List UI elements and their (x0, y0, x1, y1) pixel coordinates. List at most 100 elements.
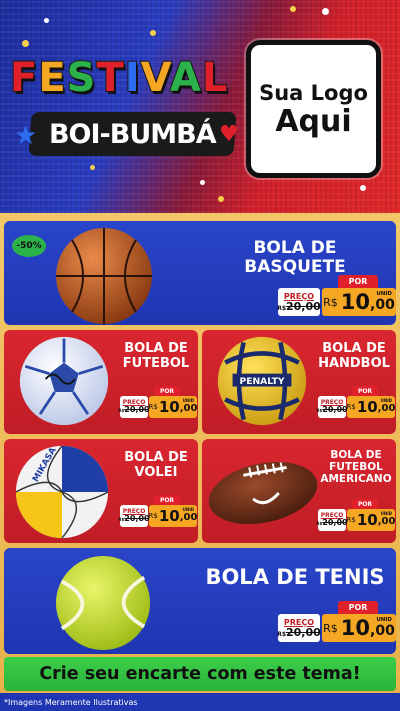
product-name-line3: AMERICANO (320, 472, 392, 485)
price-dec: ,00 (370, 622, 395, 639)
product-name-line1: BOLA DE (124, 341, 188, 356)
por-label: POR (338, 601, 378, 614)
new-price: R$ 10 ,00 UNID (347, 396, 395, 418)
price-dec: ,00 (179, 512, 198, 523)
unid-label: UNID (376, 617, 392, 623)
old-price: PREÇO R$20,00 (316, 509, 348, 531)
product-name-line2: FUTEBOL (122, 355, 190, 371)
confetti-dot (200, 180, 205, 185)
old-price: PREÇO R$20,00 (277, 614, 321, 642)
festival-title: FESTIVAL (9, 55, 240, 101)
new-price: R$ 10 ,00 UNID (322, 288, 396, 316)
unid-label: UNID (182, 398, 194, 403)
tennis-ball-icon (55, 555, 151, 651)
old-price: PREÇO R$20,00 (118, 505, 150, 527)
product-name: BOLA DE FUTEBOL (116, 341, 196, 371)
price-int: 10 (158, 398, 180, 416)
product-name-line2: HANDBOL (318, 355, 390, 371)
product-name: BOLA DE FUTEBOL AMERICANO (318, 449, 394, 485)
title-letter: E (37, 55, 67, 101)
subtitle-text: BOI-BUMBÁ (49, 118, 216, 150)
product-name: BOLA DE TENIS (205, 565, 385, 589)
confetti-dot (150, 30, 156, 36)
old-prefix: R$ (277, 630, 286, 638)
old-value: 20,00 (286, 299, 321, 313)
product-card-handbol[interactable]: PENALTY BOLA DE HANDBOL POR PREÇO R$20,0… (202, 330, 396, 434)
new-price: R$ 10 ,00 UNID (149, 396, 197, 418)
old-price: PREÇO R$20,00 (118, 396, 150, 418)
basketball-icon (56, 228, 152, 324)
title-letter: I (124, 55, 141, 101)
product-name-line1: BOLA DE (322, 341, 386, 356)
old-value: 20,00 (124, 514, 150, 523)
por-label: POR (154, 386, 180, 396)
currency: R$ (323, 621, 338, 635)
product-name: BOLA DE VOLEI (116, 450, 196, 480)
title-letter: S (66, 55, 97, 101)
confetti-dot (322, 8, 329, 15)
unid-label: UNID (380, 398, 392, 403)
create-flyer-button[interactable]: Crie seu encarte com este tema! (4, 657, 396, 691)
price-dec: ,00 (370, 296, 395, 313)
confetti-dot (218, 196, 224, 202)
volleyball-icon: MIKASA (15, 445, 109, 539)
new-price: R$ 10 ,00 UNID (149, 505, 197, 527)
confetti-dot (44, 18, 49, 23)
currency: R$ (323, 295, 338, 309)
product-card-basquete[interactable]: -50% BOLA DE BASQUETE POR PREÇO R$20,00 … (4, 221, 396, 325)
por-label: POR (352, 386, 378, 396)
currency: R$ (148, 512, 158, 520)
product-card-futebol-americano[interactable]: BOLA DE FUTEBOL AMERICANO POR PREÇO R$20… (202, 439, 396, 543)
old-price: PREÇO R$20,00 (316, 396, 348, 418)
product-name-line1: BOLA DE (124, 450, 188, 465)
confetti-dot (290, 6, 296, 12)
subtitle-plate: BOI-BUMBÁ (28, 112, 237, 156)
logo-line2: Aqui (275, 103, 352, 139)
por-label: POR (338, 275, 378, 288)
title-letter: A (169, 55, 202, 101)
old-value: 20,00 (286, 625, 321, 639)
old-value: 20,00 (322, 518, 348, 527)
discount-badge: -50% (12, 235, 46, 257)
product-card-tenis[interactable]: BOLA DE TENIS POR PREÇO R$20,00 R$ 10 ,0… (4, 548, 396, 654)
price-int: 10 (356, 511, 378, 529)
price-int: 10 (158, 507, 180, 525)
price-dec: ,00 (179, 403, 198, 414)
unid-label: UNID (182, 507, 194, 512)
product-card-volei[interactable]: MIKASA BOLA DE VOLEI POR PREÇO R$20,00 R… (4, 439, 198, 543)
currency: R$ (346, 403, 356, 411)
star-icon: ★ (14, 121, 38, 151)
unid-label: UNID (376, 291, 392, 297)
title-letter: T (95, 55, 125, 101)
confetti-dot (90, 165, 95, 170)
disclaimer-text: *Imagens Meramente Ilustrativas (4, 697, 138, 707)
cta-label: Crie seu encarte com este tema! (39, 664, 361, 684)
currency: R$ (346, 516, 356, 524)
product-name-line2: VOLEI (134, 464, 178, 480)
product-name-line2: FUTEBOL (329, 460, 383, 473)
product-card-futebol[interactable]: BOLA DE FUTEBOL POR PREÇO R$20,00 R$ 10 … (4, 330, 198, 434)
price-int: 10 (356, 398, 378, 416)
confetti-dot (22, 40, 29, 47)
new-price: R$ 10 ,00 UNID (347, 509, 395, 531)
soccer-ball-icon (19, 336, 109, 426)
logo-line1: Sua Logo (259, 80, 368, 105)
unid-label: UNID (380, 511, 392, 516)
price-int: 10 (340, 616, 371, 640)
new-price: R$ 10 ,00 UNID (322, 614, 396, 642)
heart-icon: ♥ (219, 122, 239, 147)
price-int: 10 (340, 290, 371, 314)
logo-placeholder[interactable]: Sua Logo Aqui (246, 40, 381, 178)
currency: R$ (148, 403, 158, 411)
handball-icon: PENALTY (217, 336, 307, 426)
price-dec: ,00 (377, 516, 396, 527)
por-label: POR (154, 495, 180, 505)
header-banner: FESTIVAL ★ BOI-BUMBÁ ♥ Sua Logo Aqui (0, 0, 400, 213)
confetti-dot (360, 185, 366, 191)
old-prefix: R$ (277, 304, 286, 312)
football-icon (208, 461, 318, 525)
old-value: 20,00 (124, 405, 150, 414)
product-name-line1: BOLA DE (330, 449, 382, 461)
svg-text:PENALTY: PENALTY (239, 376, 284, 387)
title-letter: V (140, 55, 170, 101)
